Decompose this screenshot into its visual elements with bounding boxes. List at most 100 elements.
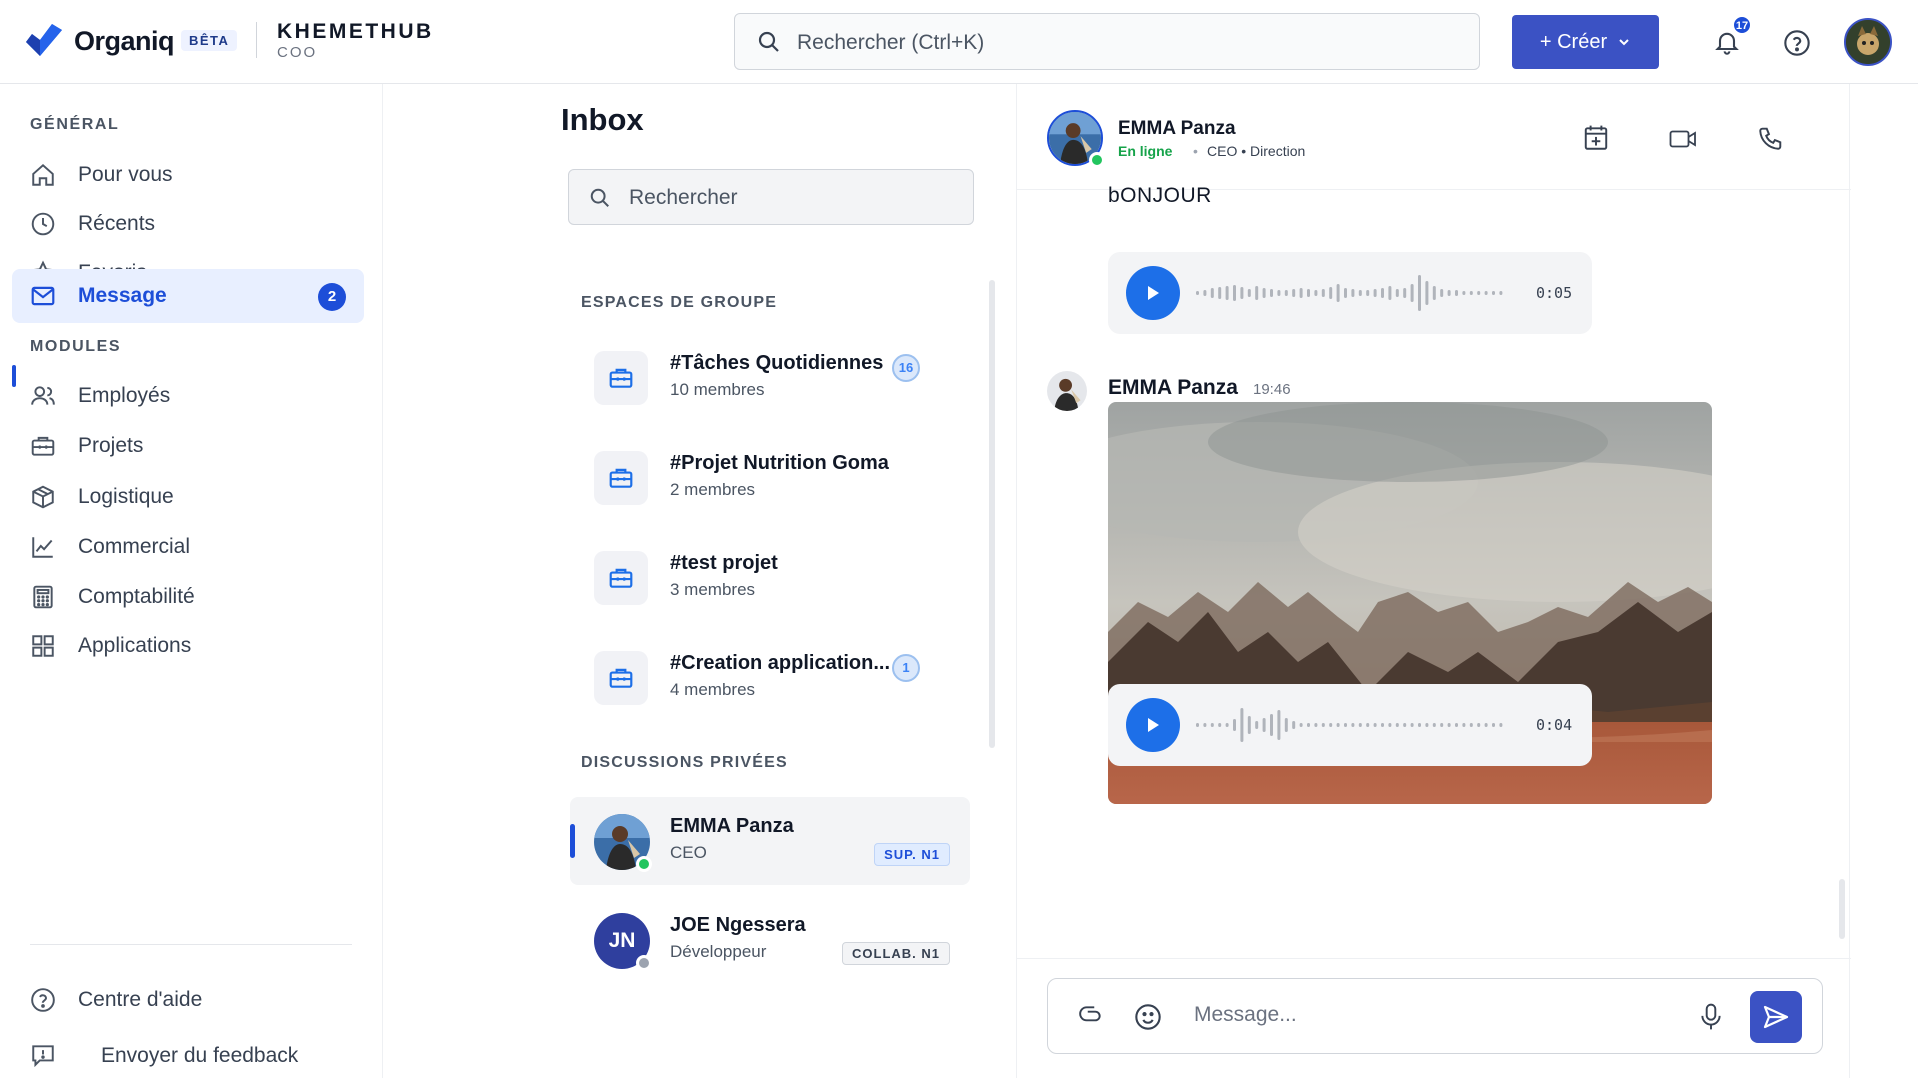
mail-icon <box>30 283 56 309</box>
calendar-add-icon[interactable] <box>1583 124 1609 152</box>
audio-waveform[interactable] <box>1196 704 1506 746</box>
sidebar-item-applications[interactable]: Applications <box>12 619 364 673</box>
waveform-bar <box>1484 291 1488 295</box>
audio-message: 0:05 <box>1108 252 1592 334</box>
create-label: + Créer <box>1539 30 1608 53</box>
organization-name[interactable]: KHEMETHUB <box>277 20 434 44</box>
sidebar-item-logistique[interactable]: Logistique <box>12 470 364 524</box>
sidebar-item-feedback[interactable]: Envoyer du feedback <box>12 1034 364 1088</box>
waveform-bar <box>1440 723 1444 727</box>
organiq-logo-icon[interactable] <box>24 22 64 60</box>
waveform-bar <box>1403 288 1407 298</box>
sidebar-item-recents[interactable]: Récents <box>12 197 364 251</box>
waveform-bar <box>1499 723 1503 727</box>
waveform-bar <box>1233 719 1236 731</box>
waveform-bar <box>1218 287 1222 299</box>
sidebar-item-label: Commercial <box>78 535 191 558</box>
video-call-icon[interactable] <box>1669 128 1697 150</box>
notifications-badge: 17 <box>1733 16 1751 34</box>
user-avatar[interactable] <box>1844 18 1892 66</box>
private-conversation-joe[interactable]: JN JOE Ngessera Développeur COLLAB. N1 <box>570 896 970 984</box>
chat-scrollbar[interactable] <box>1839 879 1845 939</box>
sidebar-item-pour-vous[interactable]: Pour vous <box>12 148 364 202</box>
play-button[interactable] <box>1126 266 1180 320</box>
separator-dot: • <box>1193 143 1198 159</box>
waveform-bar <box>1395 723 1399 727</box>
group-conversation[interactable]: #test projet 3 membres <box>570 534 970 622</box>
sidebar-item-label: Applications <box>78 634 192 657</box>
waveform-bar <box>1277 290 1281 296</box>
sidebar-item-projets[interactable]: Projets <box>12 419 364 473</box>
waveform-bar <box>1299 288 1303 298</box>
audio-message: 0:04 <box>1108 684 1592 766</box>
sender-avatar[interactable] <box>1047 371 1087 411</box>
clock-icon <box>30 211 56 237</box>
inbox-scrollbar[interactable] <box>989 280 995 748</box>
waveform-bar <box>1344 723 1347 727</box>
organization-role: COO <box>277 44 318 61</box>
briefcase-icon <box>594 451 648 505</box>
emoji-icon[interactable] <box>1134 1003 1162 1031</box>
waveform-bar <box>1373 723 1377 727</box>
group-conversation[interactable]: #Creation application... 4 membres 1 <box>570 634 970 722</box>
message-input[interactable]: Message... <box>1194 1003 1297 1027</box>
help-circle-icon <box>30 987 56 1013</box>
sidebar-divider <box>30 944 352 945</box>
sidebar-item-message[interactable]: Message 2 <box>12 269 364 323</box>
brand-name[interactable]: Organiq <box>74 26 175 57</box>
section-general: GÉNÉRAL <box>30 116 120 133</box>
microphone-icon[interactable] <box>1700 1003 1722 1031</box>
waveform-bar <box>1203 290 1207 296</box>
group-name: #Tâches Quotidiennes <box>670 352 884 374</box>
phone-call-icon[interactable] <box>1757 126 1783 152</box>
contact-role: Développeur <box>670 942 767 961</box>
send-button[interactable] <box>1750 991 1802 1043</box>
sender-name: EMMA Panza <box>1108 376 1238 399</box>
inbox-panel: Inbox Rechercher ESPACES DE GROUPE #Tâch… <box>384 84 996 1078</box>
group-name: #Creation application... <box>670 652 891 674</box>
waveform-bar <box>1292 721 1296 729</box>
inbox-search-input[interactable]: Rechercher <box>568 169 974 225</box>
waveform-bar <box>1440 289 1444 297</box>
box-icon <box>30 484 56 510</box>
group-members: 4 membres <box>670 680 756 699</box>
global-search-input[interactable]: Rechercher (Ctrl+K) <box>734 13 1480 70</box>
waveform-bar <box>1210 723 1214 727</box>
sidebar-item-commercial[interactable]: Commercial <box>12 520 364 574</box>
section-modules: MODULES <box>30 338 122 355</box>
paperclip-icon[interactable] <box>1078 1003 1104 1029</box>
sidebar-item-label: Comptabilité <box>78 585 195 608</box>
sidebar: GÉNÉRAL Pour vous Récents Favoris Messag… <box>0 84 383 1078</box>
waveform-bar <box>1351 289 1355 297</box>
sidebar-item-employes[interactable]: Employés <box>12 369 364 423</box>
group-conversation[interactable]: #Tâches Quotidiennes 10 membres 16 <box>570 334 970 422</box>
waveform-bar <box>1329 287 1333 299</box>
create-button[interactable]: + Créer <box>1512 15 1659 69</box>
waveform-bar <box>1418 723 1421 727</box>
play-button[interactable] <box>1126 698 1180 752</box>
group-members: 3 membres <box>670 580 756 599</box>
sidebar-item-comptabilite[interactable]: Comptabilité <box>12 570 364 624</box>
briefcase-icon <box>594 551 648 605</box>
help-icon[interactable] <box>1783 29 1811 57</box>
contact-avatar[interactable] <box>1047 110 1105 168</box>
chat-contact-name: EMMA Panza <box>1118 118 1236 139</box>
sidebar-item-label: Envoyer du feedback <box>101 1044 299 1067</box>
hierarchy-tag: COLLAB. N1 <box>842 942 950 965</box>
audio-waveform[interactable] <box>1196 272 1506 314</box>
inbox-search-placeholder: Rechercher <box>629 186 738 209</box>
waveform-bar <box>1425 723 1429 727</box>
chevron-down-icon <box>1617 35 1631 49</box>
group-conversation[interactable]: #Projet Nutrition Goma 2 membres <box>570 434 970 522</box>
search-icon <box>589 187 611 209</box>
search-placeholder: Rechercher (Ctrl+K) <box>797 31 985 54</box>
beta-badge: BÊTA <box>181 30 238 51</box>
private-conversation-emma[interactable]: EMMA Panza CEO SUP. N1 <box>570 797 970 885</box>
contact-avatar: JN <box>594 913 652 971</box>
waveform-bar <box>1284 718 1288 732</box>
waveform-bar <box>1196 291 1199 295</box>
waveform-bar <box>1247 289 1251 297</box>
sidebar-item-help-center[interactable]: Centre d'aide <box>12 973 364 1027</box>
online-status-dot <box>1089 152 1105 168</box>
waveform-bar <box>1477 291 1481 295</box>
